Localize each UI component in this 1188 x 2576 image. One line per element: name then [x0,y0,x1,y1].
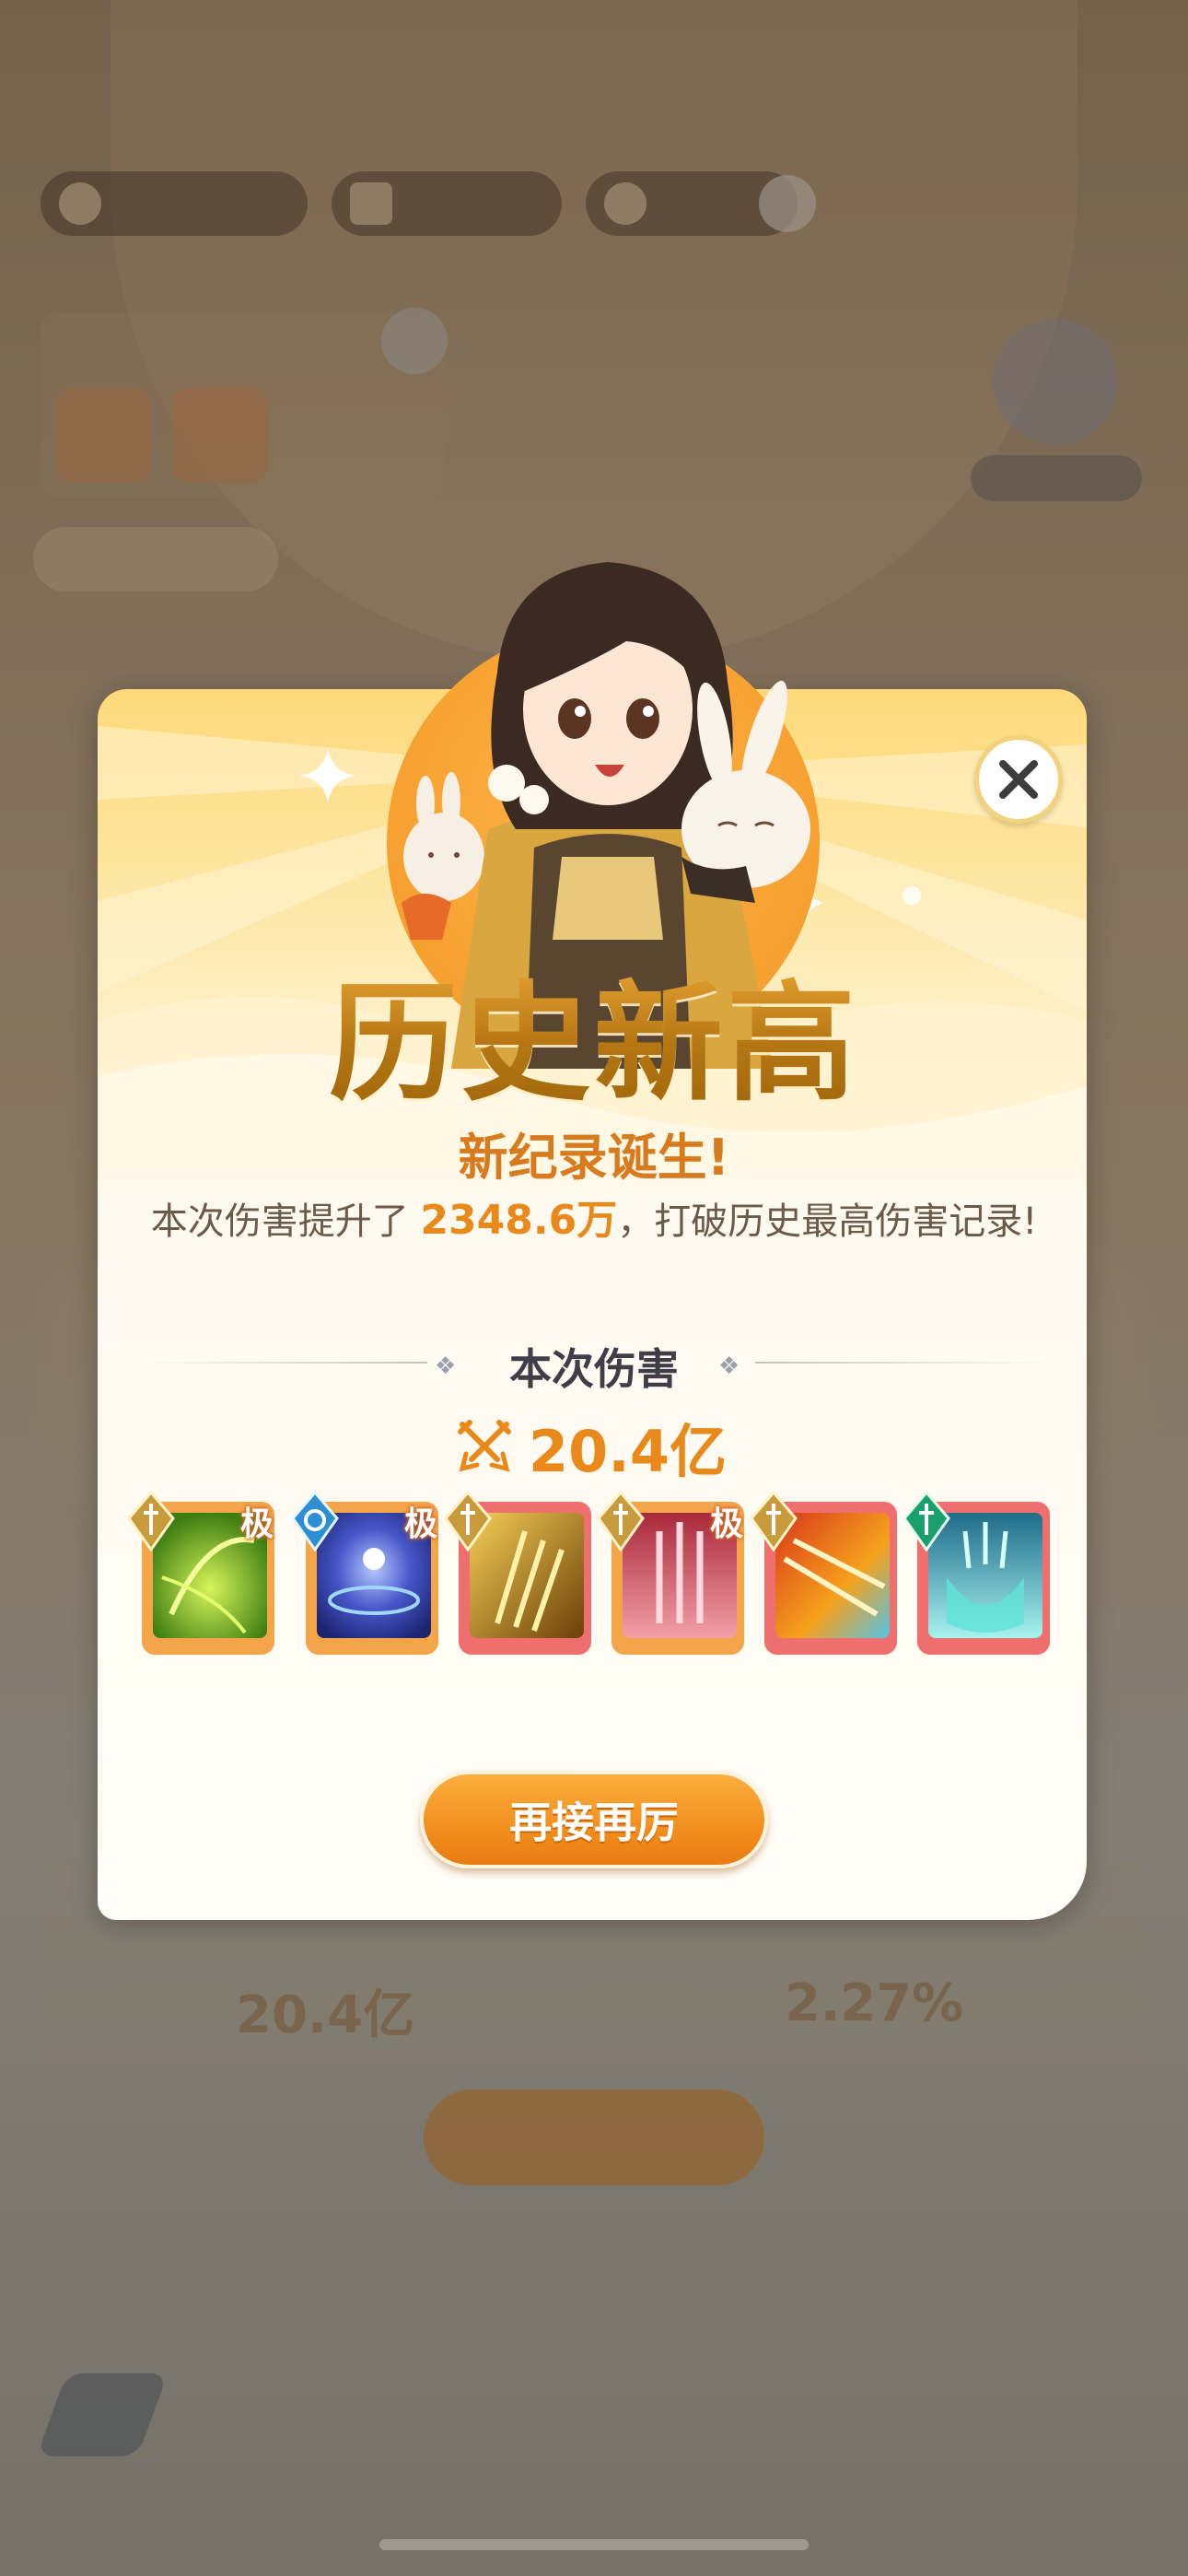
subtitle-text: 新纪录诞生! [458,1129,730,1187]
crossed-swords-icon [458,1420,511,1472]
skill-card-fire-streak[interactable] [750,1491,899,1655]
close-button[interactable] [974,735,1063,824]
desc-suffix: ，打破历史最高伤害记录! [617,1200,1038,1243]
skill-card-teal-shield[interactable] [903,1491,1055,1655]
extreme-badge [856,1502,903,1548]
skill-card-blue-orb[interactable]: 极 [291,1491,440,1655]
sword-badge-icon [597,1491,645,1551]
sparkle-icon [300,748,355,803]
green-sword-badge-icon [903,1491,950,1551]
headline-title: 历史新高 [0,940,1188,1126]
extreme-badge: 极 [239,1505,274,1543]
record-description: 本次伤害提升了 2348.6万，打破历史最高伤害记录! [0,1187,1188,1246]
desc-increase-value: 2348.6万 [420,1197,618,1244]
extreme-badge [551,1502,597,1548]
desc-prefix: 本次伤害提升了 [150,1200,409,1243]
section-label-damage: 本次伤害 [509,1344,679,1394]
skill-card-golden-daggers[interactable] [444,1491,593,1655]
extreme-badge [1009,1502,1055,1548]
damage-total: 20.4亿 [457,1410,727,1485]
wind-badge-icon [291,1491,339,1551]
skill-list: 极 极 极 [127,1491,1061,1658]
extreme-badge: 极 [403,1505,437,1543]
sparkle-icon [902,885,922,906]
skill-card-red-swords[interactable]: 极 [597,1491,746,1655]
close-icon [999,760,1038,799]
skill-card-green-vortex[interactable]: 极 [127,1491,276,1655]
sword-badge-icon [127,1491,175,1551]
damage-value: 20.4亿 [529,1418,727,1485]
sword-badge-icon [750,1491,798,1551]
diamond-ornament-icon: ❖ [718,1352,740,1380]
divider-right [755,1362,1050,1364]
extreme-badge: 极 [709,1505,743,1543]
sword-badge-icon [444,1491,492,1551]
retry-button[interactable]: 再接再厉 [420,1771,768,1868]
